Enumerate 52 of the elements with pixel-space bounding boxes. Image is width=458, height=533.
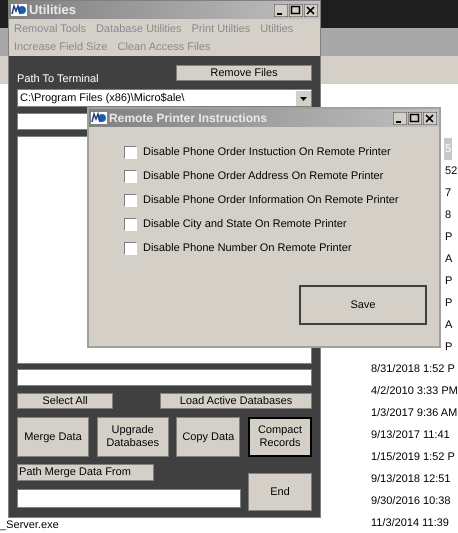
date-modified-cell-text: 8 [444, 208, 452, 223]
close-icon[interactable] [304, 4, 318, 16]
close-icon[interactable] [423, 112, 437, 124]
dialog-title: Remote Printer Instructions [109, 110, 268, 127]
app-logo-icon [11, 4, 27, 16]
merge-path-label: Path Merge Data From [17, 464, 154, 481]
checkbox[interactable] [124, 194, 137, 206]
date-modified-cell-text: 7 [444, 186, 452, 201]
app-logo-icon [91, 112, 107, 124]
date-modified-cell-text: 1/15/2019 1:52 P [370, 450, 456, 465]
date-modified-cell-text: 8/31/2018 1:52 P [370, 362, 456, 377]
action-button[interactable]: Copy Data [176, 417, 240, 457]
date-modified-cell-text: A [444, 318, 454, 333]
merge-path-field[interactable] [17, 489, 241, 508]
load-databases-button[interactable]: Load Active Databases [160, 393, 312, 409]
checkbox[interactable] [124, 218, 137, 230]
minimize-icon[interactable] [274, 4, 288, 16]
select-all-button[interactable]: Select All [17, 393, 113, 409]
date-modified-cell-text: P [444, 274, 454, 289]
end-button[interactable]: End [248, 473, 312, 511]
path-dropdown[interactable]: C:\Program Files (x86)\Micro$ale\ [17, 89, 312, 107]
action-button[interactable]: Merge Data [17, 417, 89, 457]
checkbox-label: Disable Phone Order Address On Remote Printer [143, 168, 384, 184]
checkbox-label: Disable Phone Order Instuction On Remote Printer [143, 144, 391, 160]
date-modified-cell-text: 9/30/2016 10:38 [370, 494, 452, 509]
remove-files-button[interactable]: Remove Files [176, 65, 312, 81]
path-label: Path To Terminal [17, 72, 99, 86]
text-field[interactable] [17, 369, 312, 386]
maximize-icon[interactable] [289, 4, 303, 16]
checkbox-label: Disable Phone Order Information On Remote Printer [143, 192, 399, 208]
action-button[interactable]: Compact Records [248, 417, 312, 457]
checkbox-label: Disable City and State On Remote Printer [143, 216, 347, 232]
checkbox[interactable] [124, 146, 137, 158]
date-modified-cell-text: P [444, 296, 454, 311]
date-modified-cell-text: P [444, 340, 454, 355]
date-modified-cell-text: P [444, 230, 454, 245]
date-modified-cell-text: 9/13/2018 12:51 [370, 472, 452, 487]
window-title: Utilities [29, 1, 76, 20]
date-modified-cell-text: A [444, 252, 454, 267]
file-name: _Server.exe [0, 519, 59, 532]
checkbox-label: Disable Phone Number On Remote Printer [143, 240, 352, 256]
action-button[interactable]: Upgrade Databases [96, 417, 169, 457]
date-modified-cell-text: 9/13/2017 11:41 [370, 428, 451, 443]
date-modified-cell-text: 11/3/2014 11:39 [370, 516, 450, 531]
checkbox[interactable] [124, 242, 137, 254]
save-button[interactable]: Save [299, 285, 427, 325]
minimize-icon[interactable] [393, 112, 407, 124]
date-modified-cell-text: 4/2/2010 3:33 PM [370, 384, 458, 399]
date-modified-cell-text: 1/3/2017 9:36 AM [370, 406, 458, 421]
date-modified-cell-text: 52 [444, 164, 458, 179]
maximize-icon[interactable] [408, 112, 422, 124]
checkbox[interactable] [124, 170, 137, 182]
